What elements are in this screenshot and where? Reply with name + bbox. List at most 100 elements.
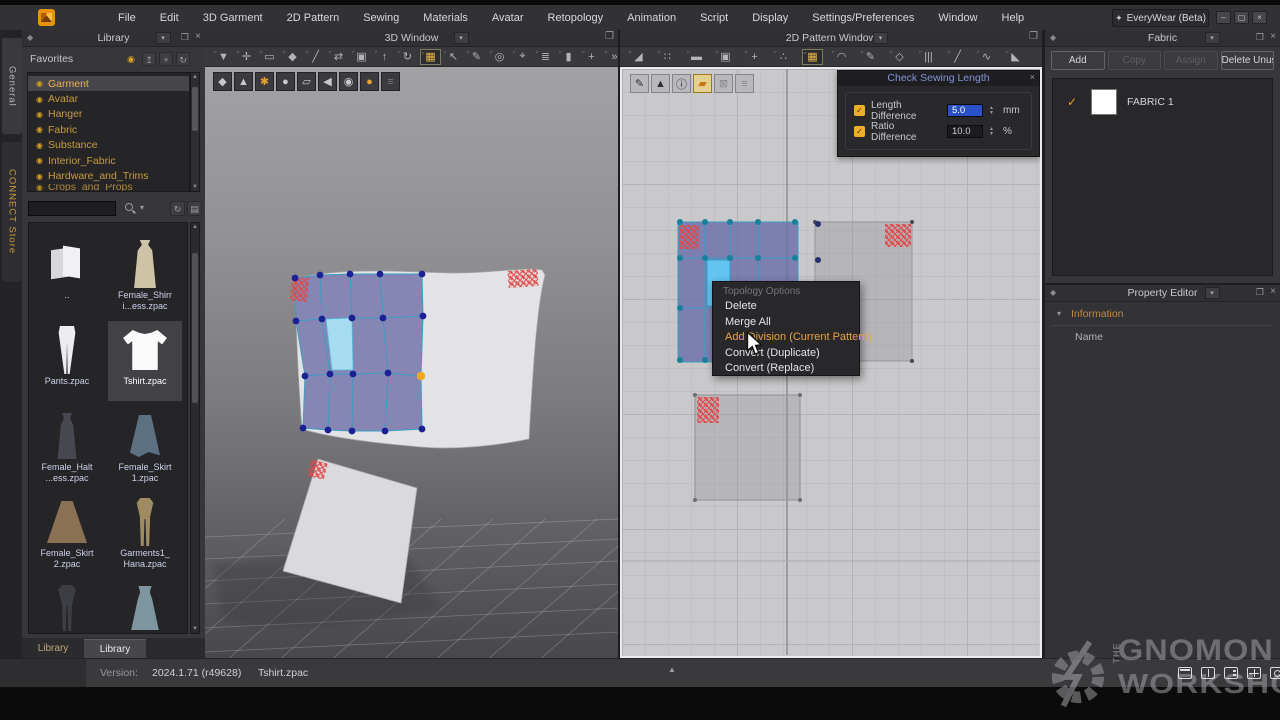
panel-dropdown-icon[interactable]: ▾ xyxy=(156,32,171,44)
library-item[interactable]: Female_Skirt 2.zpac xyxy=(30,493,104,573)
context-menu-item[interactable]: Delete xyxy=(713,299,859,315)
menu-item[interactable]: Animation xyxy=(615,12,688,24)
menu-item[interactable]: Sewing xyxy=(351,12,411,24)
fabric-action-button[interactable]: Delete Unused xyxy=(1221,51,1275,70)
menu-item[interactable]: Edit xyxy=(148,12,191,24)
library-tab[interactable]: Library xyxy=(84,639,146,658)
menu-item[interactable]: 2D Pattern xyxy=(275,12,352,24)
edit-sewing-icon[interactable]: ✎ xyxy=(860,49,881,65)
library-item[interactable]: Garments1_ Hana.zpac xyxy=(108,493,182,573)
garment-select-icon[interactable]: ◆ xyxy=(282,49,303,65)
spinner-arrows-icon[interactable]: ▲▼ xyxy=(989,127,997,136)
show-fabric-icon[interactable]: ▰ xyxy=(693,74,712,93)
favorites-item[interactable]: ◉ Avatar xyxy=(28,91,189,106)
show-avatar-icon[interactable]: ● xyxy=(276,72,295,91)
pattern-shirt-icon[interactable]: ◣ xyxy=(1005,49,1026,65)
library-tab[interactable]: Library xyxy=(22,639,84,658)
panel-dropdown-icon[interactable]: ▾ xyxy=(1205,32,1220,44)
pleats-tool-icon[interactable]: ||| xyxy=(918,49,939,65)
context-menu-item[interactable]: Add Division (Current Pattern) xyxy=(713,330,859,346)
favorites-item[interactable]: ◉ Garment xyxy=(28,76,189,91)
show-garment-2d-icon[interactable]: ▲ xyxy=(651,74,670,93)
favorites-scrollbar[interactable]: ▲ ▼ xyxy=(190,72,200,192)
panel-float-icon[interactable]: ❐ xyxy=(181,32,189,43)
favorites-item[interactable]: ◉ Hardware_and_Trims xyxy=(28,168,189,183)
pick-point-icon[interactable]: ⌖ xyxy=(512,49,533,65)
garment-pattern-3d[interactable] xyxy=(290,269,545,448)
library-item[interactable]: Female_Halt ...ess.zpac xyxy=(30,407,104,487)
value-input[interactable]: 5.0 xyxy=(947,104,983,117)
spinner-arrows-icon[interactable]: ▲▼ xyxy=(989,106,997,115)
expand-panel-icon[interactable]: ▲ xyxy=(668,665,676,674)
simulate-icon[interactable]: ● xyxy=(360,72,379,91)
circle-tool-icon[interactable]: ◎ xyxy=(489,49,510,65)
selected-vertex[interactable] xyxy=(417,372,425,380)
sewing-edit-icon[interactable]: ✎ xyxy=(466,49,487,65)
symmetry-tool-icon[interactable]: ⇄ xyxy=(328,49,349,65)
scroll-up-icon[interactable]: ▲ xyxy=(191,74,199,80)
edit-points-icon[interactable]: ∷ xyxy=(657,49,678,65)
scrollbar-thumb[interactable] xyxy=(192,87,198,131)
library-item[interactable]: .. xyxy=(30,235,104,315)
panel-close-icon[interactable]: × xyxy=(1270,31,1276,42)
add-point-icon[interactable]: + xyxy=(581,49,602,65)
search-options-caret-icon[interactable]: ▾ xyxy=(140,203,144,212)
dialog-header[interactable]: Check Sewing Length × xyxy=(838,71,1039,86)
tab-general[interactable]: General xyxy=(2,38,22,134)
fabric-list-item[interactable]: ✓ FABRIC 1 xyxy=(1053,79,1272,125)
scroll-down-icon[interactable]: ▼ xyxy=(191,184,199,190)
panel-tool-icon[interactable]: ▮ xyxy=(558,49,579,65)
menu-item[interactable]: Script xyxy=(688,12,740,24)
menu-item[interactable]: 3D Garment xyxy=(191,12,275,24)
tape-measure-icon[interactable]: ≡ xyxy=(381,72,400,91)
checkbox-checked-icon[interactable]: ✓ xyxy=(854,126,865,137)
library-item[interactable]: Garments2 xyxy=(30,579,104,634)
menu-item[interactable]: Materials xyxy=(411,12,480,24)
information-section[interactable]: ▾ Information xyxy=(1045,307,1280,323)
poly-pattern-icon[interactable]: ▣ xyxy=(715,49,736,65)
tab-connect-store[interactable]: CONNECT Store xyxy=(2,142,22,282)
layout-single-icon[interactable] xyxy=(1178,667,1192,679)
layout-float-icon[interactable] xyxy=(1270,667,1280,679)
move-gizmo-icon[interactable]: ✛ xyxy=(236,49,257,65)
menu-item[interactable]: Window xyxy=(926,12,989,24)
add-favorite-icon[interactable]: + xyxy=(159,52,173,66)
reset-rotation-icon[interactable]: ↻ xyxy=(397,49,418,65)
layer-tool-icon[interactable]: ≣ xyxy=(535,49,556,65)
avatar-raise-icon[interactable]: ↑ xyxy=(374,49,395,65)
layout-split-icon[interactable] xyxy=(1201,667,1215,679)
search-icon[interactable] xyxy=(125,203,133,211)
layout-columns-icon[interactable] xyxy=(1224,667,1238,679)
panel-close-icon[interactable]: × xyxy=(195,31,201,42)
retopology-grid-2d-icon[interactable]: ▦ xyxy=(802,49,823,65)
favorites-item[interactable]: ◉ Crops_and_Props xyxy=(28,184,189,191)
2d-viewport[interactable]: ✎▲ⓘ▰⊠≡ xyxy=(620,67,1042,658)
library-item[interactable]: Female_Skirt 1.zpac xyxy=(108,407,182,487)
value-input[interactable]: 10.0 xyxy=(947,125,983,138)
cut-tool-icon[interactable]: ╱ xyxy=(947,49,968,65)
collapse-caret-icon[interactable]: ▾ xyxy=(1057,309,1061,318)
edit-texture-icon[interactable]: ✎ xyxy=(630,74,649,93)
rect-pattern-icon[interactable]: ▬ xyxy=(686,49,707,65)
panel-float-icon[interactable]: ❐ xyxy=(1256,32,1264,43)
fabric-swatch[interactable] xyxy=(1091,89,1117,115)
fabric-action-button[interactable]: Copy xyxy=(1108,51,1162,70)
refresh-library-icon[interactable]: ↻ xyxy=(170,201,185,216)
everywear-button[interactable]: ✦ EveryWear (Beta) xyxy=(1112,9,1209,27)
fabric-action-button[interactable]: Assign xyxy=(1164,51,1218,70)
context-menu-item[interactable]: Convert (Replace) xyxy=(713,361,859,377)
show-garment-icon[interactable]: ◆ xyxy=(213,72,232,91)
lock-pattern-icon[interactable]: ⊠ xyxy=(714,74,733,93)
show-ruler-icon[interactable]: ≡ xyxy=(735,74,754,93)
show-plane-icon[interactable]: ▱ xyxy=(297,72,316,91)
menu-item[interactable]: File xyxy=(106,12,148,24)
favorites-filter-icon[interactable]: ◉ xyxy=(124,52,138,66)
rect-select-icon[interactable]: ▭ xyxy=(259,49,280,65)
free-sewing-icon[interactable]: ◇ xyxy=(889,49,910,65)
library-item[interactable]: Pants.zpac xyxy=(30,321,104,401)
pin-tool-icon[interactable]: ↖ xyxy=(443,49,464,65)
minimize-button[interactable]: – xyxy=(1216,11,1231,24)
menu-item[interactable]: Display xyxy=(740,12,800,24)
refresh-favorites-icon[interactable]: ↻ xyxy=(176,52,190,66)
panel-dropdown-icon[interactable]: ▾ xyxy=(873,32,888,44)
